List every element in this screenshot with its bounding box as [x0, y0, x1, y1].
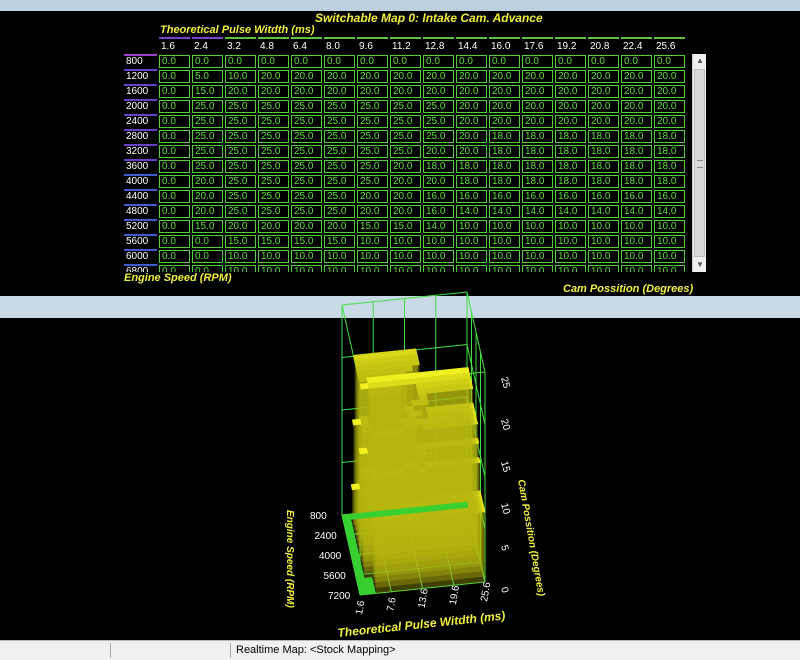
surface-cell	[397, 373, 408, 381]
x-tick-label: 1.6	[354, 599, 367, 615]
surface-side-face	[383, 380, 392, 522]
y-tick-label: 800	[310, 511, 327, 522]
surface-cell	[458, 501, 469, 509]
surface-cell	[381, 375, 392, 382]
surface-cell	[389, 374, 400, 382]
surface-cell	[428, 370, 439, 378]
surface-cell	[419, 505, 430, 513]
surface-cell	[358, 447, 369, 455]
y-tick-label: 7200	[328, 591, 351, 602]
z-tick-label: 0	[498, 586, 510, 595]
surface-side-face	[367, 382, 376, 524]
surface-cell	[384, 350, 394, 358]
surface-cell	[443, 503, 453, 511]
surface-cell	[353, 354, 363, 361]
surface-cell	[413, 371, 423, 379]
status-divider	[230, 643, 231, 658]
surface-cell	[405, 372, 416, 380]
surface-cell	[404, 507, 414, 515]
realtime-map-status: Realtime Map: <Stock Mapping>	[236, 644, 396, 656]
surface-cell	[360, 353, 371, 360]
surface-side-face	[399, 379, 407, 520]
surface-side-face	[461, 372, 470, 514]
surface-cell	[451, 502, 461, 510]
surface-cell	[380, 509, 391, 517]
surface-side-face	[430, 375, 439, 517]
z-tick-label: 25	[498, 376, 512, 390]
status-bar: Realtime Map: <Stock Mapping>	[0, 640, 800, 660]
plot-y-axis-title: Engine Speed (RPM)	[284, 510, 295, 608]
surface-side-face	[438, 375, 446, 516]
surface-plot-3d[interactable]: 1.6 7.6 13.6 19.6 25.6 800 2400 4000 5600 7200 0 5 1…	[0, 0, 800, 640]
z-tick-label: 20	[498, 418, 512, 432]
x-tick-label: 13.6	[417, 588, 431, 610]
surface-cell	[392, 350, 402, 357]
surface-side-face	[445, 374, 454, 516]
surface-cell	[365, 511, 375, 519]
surface-cell	[388, 509, 399, 516]
z-tick-label: 10	[498, 502, 512, 516]
x-tick-label: 7.6	[385, 596, 398, 612]
status-divider	[110, 643, 111, 658]
surface-cell	[452, 367, 462, 375]
x-tick-label: 19.6	[448, 584, 462, 606]
surface-cell	[436, 369, 447, 377]
surface-cell	[359, 382, 370, 390]
surface-cell	[396, 508, 407, 515]
surface-cell	[372, 510, 383, 518]
y-tick-label: 2400	[315, 531, 338, 542]
z-tick-label: 15	[498, 460, 512, 474]
surface-cell	[363, 577, 374, 584]
surface-cell	[399, 349, 410, 356]
surface-side-face	[414, 377, 423, 519]
surface-cell	[412, 506, 422, 514]
x-tick-label: 25.6	[479, 581, 493, 603]
surface-cell	[357, 512, 367, 519]
y-tick-label: 4000	[319, 551, 342, 562]
surface-cell	[376, 351, 387, 359]
surface-side-face	[422, 376, 431, 518]
surface-side-face	[375, 381, 384, 523]
surface-cell	[407, 348, 418, 356]
surface-cell	[421, 371, 431, 378]
surface-cell	[366, 376, 376, 384]
surface-cell	[444, 368, 455, 376]
surface-side-face	[391, 379, 400, 521]
surface-side-face	[453, 373, 462, 515]
surface-cell	[427, 504, 438, 512]
surface-cell	[351, 418, 362, 426]
surface-cell	[341, 513, 352, 521]
surface-cell	[368, 352, 379, 360]
surface-cell	[435, 504, 446, 511]
plot-z-axis-title: Cam Possition (Degrees)	[515, 479, 547, 598]
surface-side-face	[406, 378, 415, 520]
surface-cell	[349, 513, 360, 520]
surface-cell	[374, 375, 384, 383]
z-tick-label: 5	[498, 544, 510, 553]
surface-cell	[460, 367, 470, 374]
surface-cell	[350, 483, 361, 491]
y-tick-label: 5600	[324, 571, 347, 582]
